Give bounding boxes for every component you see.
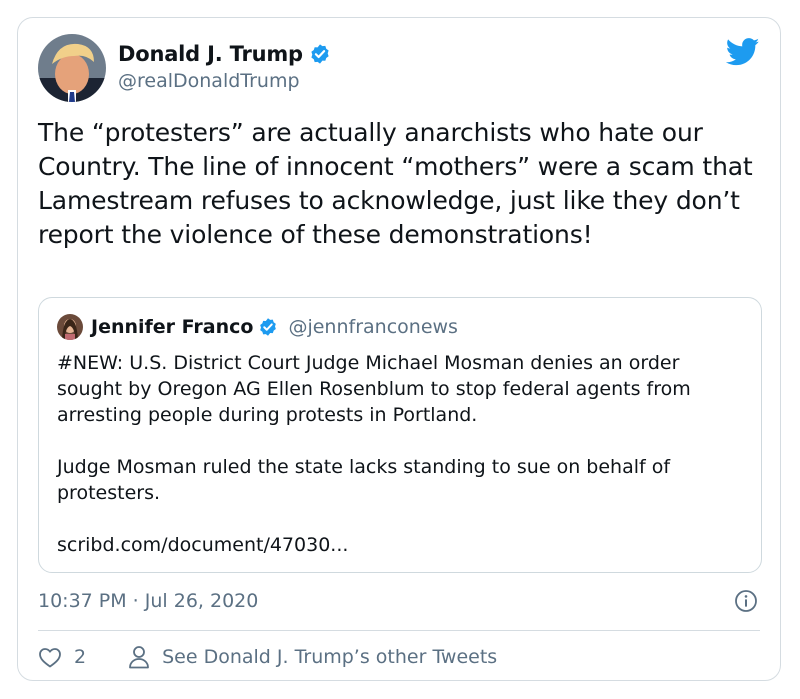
quoted-author-handle[interactable]: @jennfranconews [288,316,457,338]
quoted-tweet[interactable]: Jennifer Franco @jennfranconews #NEW: U.… [38,297,762,573]
tweet-timestamp[interactable]: 10:37 PM · Jul 26, 2020 [38,590,258,612]
author-handle[interactable]: @realDonaldTrump [118,70,331,92]
quoted-paragraph: #NEW: U.S. District Court Judge Michael … [57,352,691,426]
twitter-bird-icon[interactable] [726,38,760,66]
verified-badge-icon [311,44,329,64]
author-avatar[interactable] [38,34,106,102]
see-other-tweets-link[interactable]: See Donald J. Trump’s other Tweets [162,646,497,668]
quoted-paragraph: Judge Mosman ruled the state lacks stand… [57,456,671,504]
verified-badge-icon [260,318,277,336]
tweet-card: Donald J. Trump @realDonaldTrump The “pr… [17,17,781,681]
quoted-link[interactable]: scribd.com/document/47030... [57,532,747,558]
author-info: Donald J. Trump @realDonaldTrump [118,40,331,92]
quoted-author-name[interactable]: Jennifer Franco [91,316,253,338]
quoted-author-avatar[interactable] [57,314,83,340]
like-count[interactable]: 2 [74,646,86,668]
person-icon[interactable] [128,645,150,669]
divider [38,630,760,631]
tweet-text: The “protesters” are actually anarchists… [38,118,753,249]
tweet-actions: 2 See Donald J. Trump’s other Tweets [38,642,497,672]
author-name[interactable]: Donald J. Trump [118,42,303,66]
quoted-tweet-body: #NEW: U.S. District Court Judge Michael … [57,350,747,558]
info-icon[interactable] [734,589,758,613]
heart-icon[interactable] [38,646,62,668]
